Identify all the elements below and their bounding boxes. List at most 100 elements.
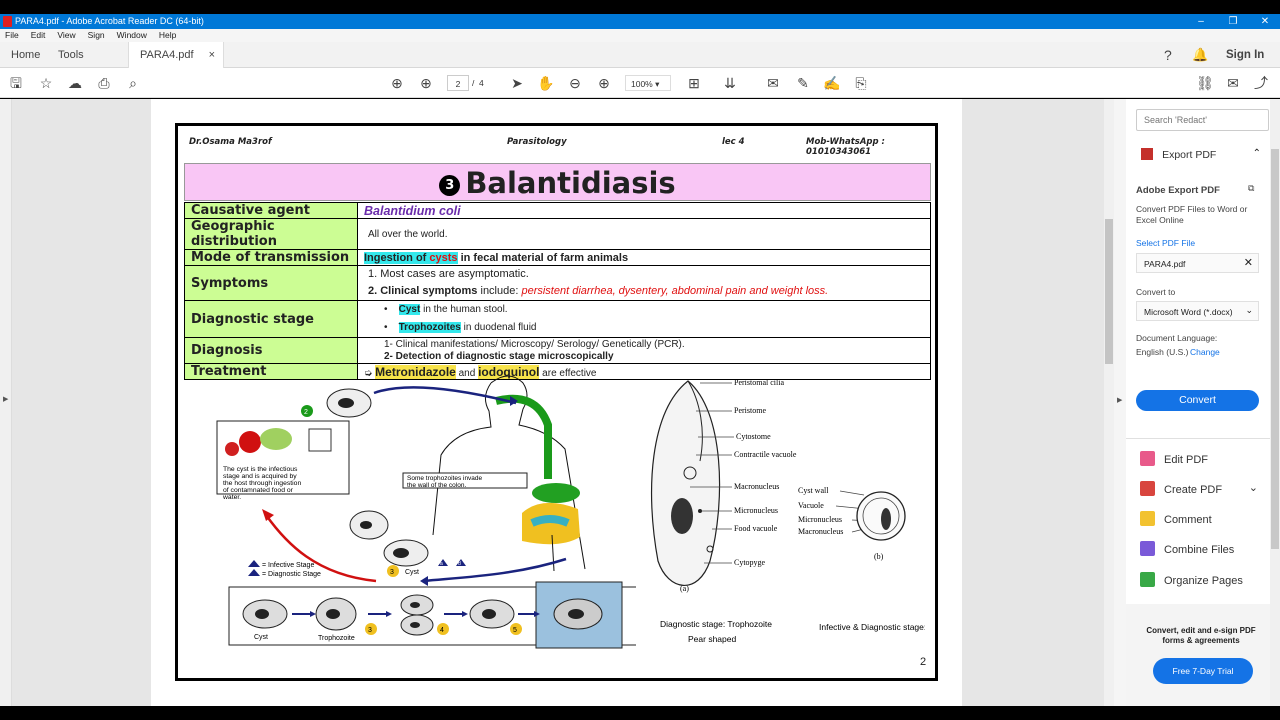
adobe-export-title: Adobe Export PDF — [1136, 185, 1220, 196]
table-row: Symptoms 1. Most cases are asymptomatic.… — [184, 265, 931, 301]
label-micronucleus: Micronucleus — [734, 506, 778, 515]
promo-text: Convert, edit and e-sign PDF forms & agr… — [1146, 626, 1256, 645]
chevron-down-icon: ⌄ — [1245, 305, 1253, 315]
highlight-icon[interactable]: ✎ — [794, 74, 812, 92]
tool-comment[interactable]: Comment — [1140, 511, 1212, 526]
remove-file-icon[interactable]: ✕ — [1244, 256, 1253, 269]
comment-icon[interactable]: ✉ — [764, 74, 782, 92]
format-select[interactable]: Microsoft Word (*.docx) ⌄ — [1136, 301, 1259, 321]
export-pdf-header[interactable]: Export PDF ⌃ — [1141, 148, 1261, 163]
svg-text:2: 2 — [304, 409, 308, 416]
tool-create-pdf[interactable]: Create PDF ⌄ — [1140, 481, 1258, 496]
zoom-out-icon[interactable]: ⊖ — [566, 74, 584, 92]
sign-in-button[interactable]: Sign In — [1226, 42, 1264, 68]
mail-icon[interactable]: ✉ — [1224, 74, 1242, 92]
save-icon[interactable]: 🖫 — [7, 74, 25, 92]
label-a: (a) — [680, 584, 689, 593]
zoom-in-icon[interactable]: ⊕ — [595, 74, 613, 92]
restore-icon[interactable]: ❐ — [1218, 14, 1248, 29]
label-geographic-distribution: Geographic distribution — [184, 218, 358, 250]
next-page-icon[interactable]: ⊕ — [417, 74, 435, 92]
menu-window[interactable]: Window — [117, 30, 147, 40]
scrollbar-thumb[interactable] — [1105, 219, 1113, 364]
zoom-level-select[interactable]: 100% ▾ — [625, 75, 671, 91]
convert-to-label: Convert to — [1136, 287, 1176, 297]
change-language-link[interactable]: Change — [1190, 347, 1220, 357]
close-tab-icon[interactable]: × — [209, 42, 215, 68]
right-pane-toggle[interactable]: ▶ — [1114, 99, 1126, 706]
select-pdf-file-link[interactable]: Select PDF File — [1136, 238, 1195, 248]
page-number-input[interactable]: 2 — [447, 75, 469, 91]
search-icon[interactable]: ⌕ — [124, 74, 142, 92]
legend-diagnostic: = Diagnostic Stage — [262, 571, 321, 578]
svg-text:4: 4 — [440, 627, 444, 634]
create-pdf-icon — [1140, 481, 1155, 496]
table-row: Causative agent Balantidium coli — [184, 202, 931, 219]
tab-document[interactable]: PARA4.pdf × — [128, 42, 224, 68]
document-area: ▶ ▶ Dr.Osama Ma3rof Parasitology lec 4 M… — [0, 99, 1126, 706]
cyst-stage-label: Cyst — [254, 634, 268, 641]
minimize-icon[interactable]: – — [1186, 14, 1216, 29]
search-input[interactable] — [1144, 111, 1264, 129]
sign-icon[interactable]: ✍ — [823, 74, 841, 92]
cyst-drawing-2 — [383, 539, 429, 567]
scroll-mode-icon[interactable]: ⇊ — [721, 74, 739, 92]
fit-page-icon[interactable]: ⊞ — [685, 74, 703, 92]
table-row: Diagnosis 1- Clinical manifestations/ Mi… — [184, 337, 931, 364]
share-tool-icon[interactable]: ⎘ — [852, 74, 870, 92]
prev-page-icon[interactable]: ⊕ — [388, 74, 406, 92]
menu-edit[interactable]: Edit — [31, 30, 46, 40]
subject: Parasitology — [507, 137, 567, 147]
tool-organize-pages[interactable]: Organize Pages — [1140, 572, 1243, 587]
tab-tools[interactable]: Tools — [58, 42, 84, 68]
title-text: Balantidiasis — [465, 166, 676, 200]
close-window-icon[interactable]: ✕ — [1250, 14, 1280, 29]
share-icon[interactable]: ⤴ — [1252, 74, 1270, 92]
upload-cloud-icon[interactable]: ☁ — [66, 74, 84, 92]
menu-view[interactable]: View — [57, 30, 75, 40]
right-scrollbar-thumb[interactable] — [1271, 149, 1279, 549]
tool-edit-pdf[interactable]: Edit PDF — [1140, 451, 1208, 466]
svg-text:a: a — [440, 561, 443, 567]
copy-icon[interactable]: ⧉ — [1248, 183, 1254, 194]
comment-tool-icon — [1140, 511, 1155, 526]
divider — [1126, 438, 1270, 439]
menu-help[interactable]: Help — [159, 30, 176, 40]
chevron-up-icon: ⌃ — [1252, 148, 1261, 159]
bell-icon[interactable]: 🔔 — [1192, 42, 1208, 68]
label-mode-of-transmission: Mode of transmission — [184, 249, 358, 266]
page-separator: / — [472, 78, 475, 88]
menu-sign[interactable]: Sign — [88, 30, 105, 40]
cyst-stage-2 — [469, 599, 515, 629]
select-cursor-icon[interactable]: ➤ — [508, 74, 526, 92]
label-macronucleus-2: Macronucleus — [798, 527, 843, 536]
value-mode-of-transmission: Ingestion of cysts in fecal material of … — [357, 249, 931, 266]
redact-search-box[interactable] — [1136, 109, 1269, 131]
collapse-right-icon: ▶ — [1117, 397, 1123, 404]
link-icon[interactable]: ⛓ — [1196, 74, 1214, 92]
left-pane-toggle[interactable]: ▶ — [0, 99, 12, 706]
menu-file[interactable]: File — [5, 30, 19, 40]
label-food-vacuole: Food vacuole — [734, 524, 778, 533]
star-icon[interactable]: ☆ — [37, 74, 55, 92]
free-trial-button[interactable]: Free 7-Day Trial — [1153, 658, 1253, 684]
hand-tool-icon[interactable]: ✋ — [537, 74, 555, 92]
convert-button[interactable]: Convert — [1136, 390, 1259, 411]
tab-bar: Home Tools PARA4.pdf × ? 🔔 Sign In — [0, 42, 1280, 68]
right-panel-scrollbar[interactable] — [1270, 99, 1280, 706]
tab-home[interactable]: Home — [11, 42, 40, 68]
lecture: lec 4 — [722, 137, 745, 147]
label-vacuole: Vacuole — [798, 501, 824, 510]
menu-bar: File Edit View Sign Window Help — [0, 29, 1280, 42]
document-scrollbar[interactable] — [1104, 99, 1114, 706]
export-pdf-title: Export PDF — [1162, 149, 1217, 161]
print-icon[interactable]: ⎙ — [95, 74, 113, 92]
tab-document-label: PARA4.pdf — [140, 49, 194, 61]
right-panel: Export PDF ⌃ Adobe Export PDF ⧉ Convert … — [1126, 99, 1270, 706]
svg-text:d: d — [458, 561, 461, 567]
label-contractile-vacuole: Contractile vacuole — [734, 450, 797, 459]
label-micronucleus-2: Micronucleus — [798, 515, 842, 524]
tool-combine-files[interactable]: Combine Files — [1140, 541, 1234, 556]
page-number: 2 — [920, 656, 927, 668]
help-icon[interactable]: ? — [1164, 42, 1172, 68]
